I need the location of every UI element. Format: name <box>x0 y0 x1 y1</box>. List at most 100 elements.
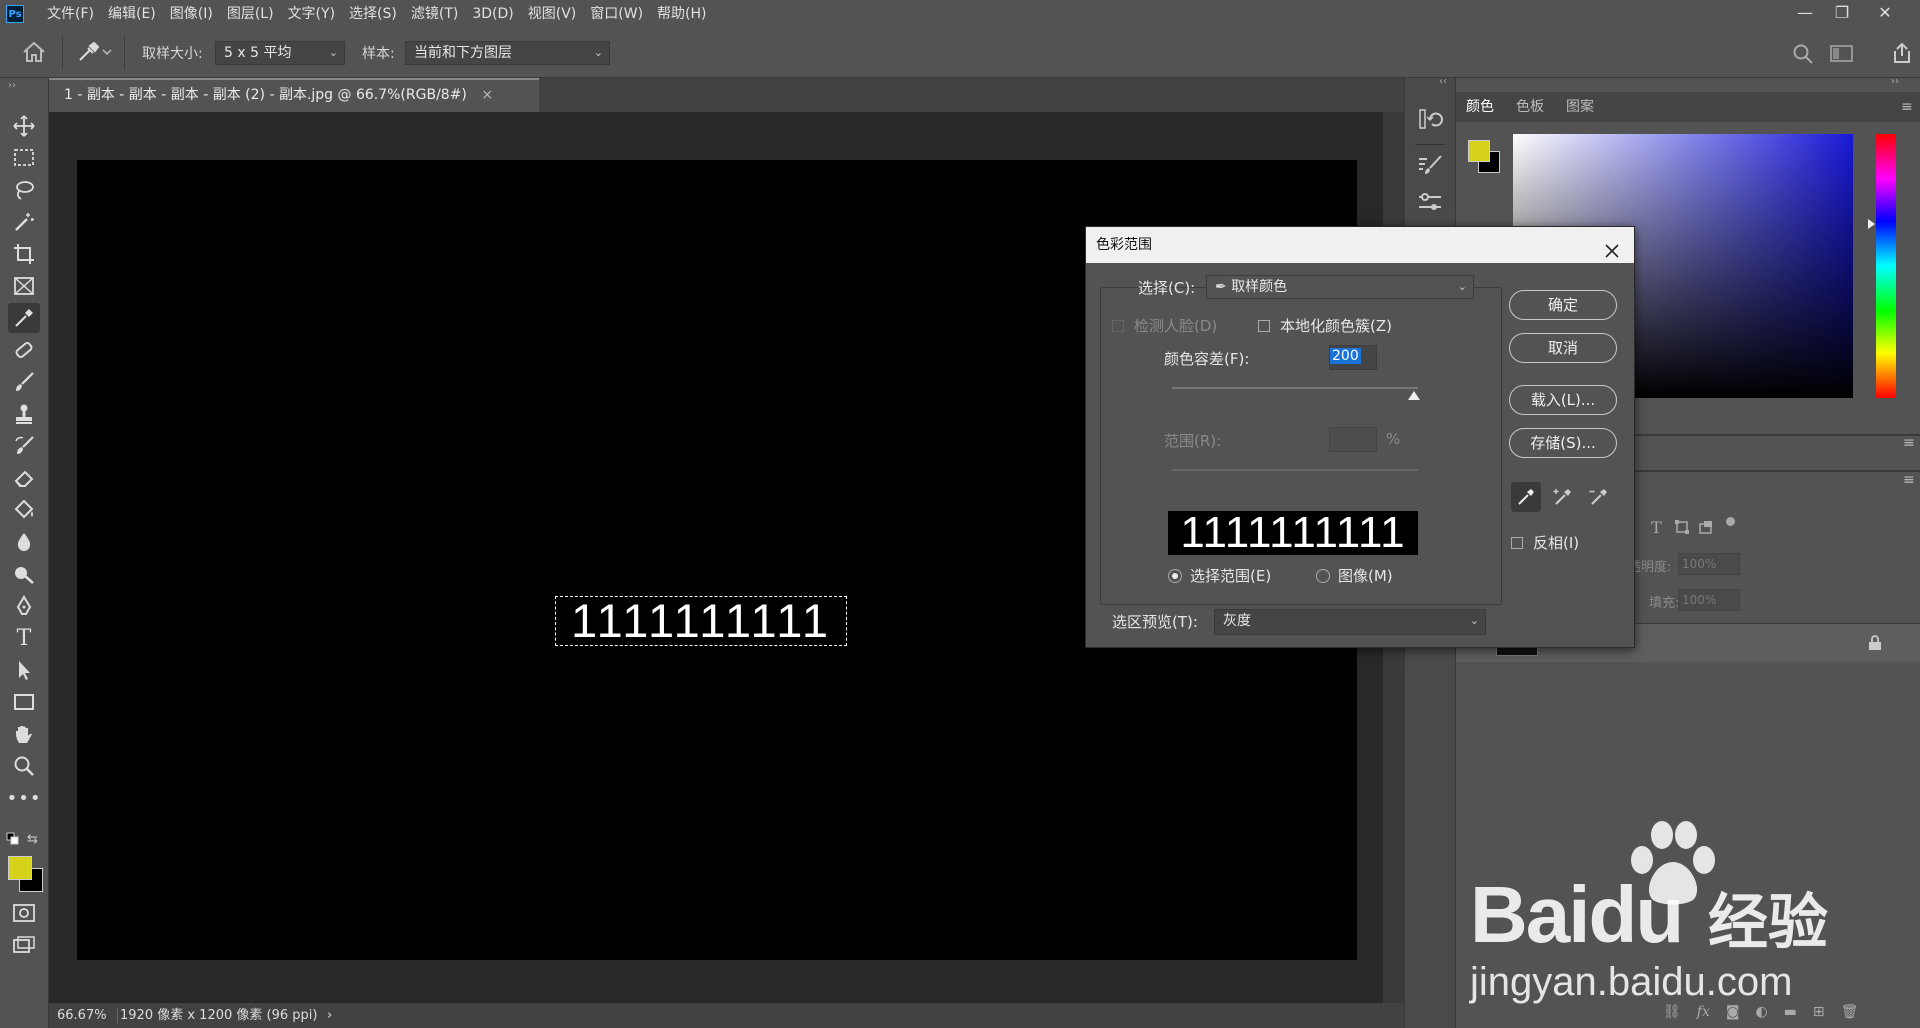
menu-help[interactable]: 帮助(H) <box>650 0 713 28</box>
chevron-down-icon: ⌄ <box>1457 280 1467 293</box>
localized-clusters-label: 本地化颜色簇(Z) <box>1280 317 1392 335</box>
quick-mask-icon[interactable] <box>8 898 40 928</box>
cancel-button[interactable]: 取消 <box>1509 333 1617 363</box>
tab-patterns[interactable]: 图案 <box>1566 92 1594 122</box>
menu-view[interactable]: 视图(V) <box>521 0 584 28</box>
brush-settings-icon[interactable] <box>1417 154 1443 182</box>
selection-preview-dropdown[interactable]: 灰度 ⌄ <box>1214 609 1486 635</box>
rectangle-tool-icon[interactable] <box>8 687 40 717</box>
panel-menu-icon[interactable]: ≡ <box>1901 92 1913 122</box>
fill-input[interactable]: 100% <box>1678 589 1740 611</box>
menu-type[interactable]: 文字(Y) <box>281 0 342 28</box>
history-panel-icon[interactable] <box>1417 106 1443 136</box>
foreground-color-swatch[interactable] <box>8 856 32 880</box>
collapse-chevrons-icon[interactable]: ‹‹ <box>1439 76 1447 87</box>
paint-bucket-icon[interactable] <box>8 495 40 525</box>
fuzziness-input[interactable]: 200 <box>1329 345 1377 370</box>
sample-size-select[interactable]: 5 x 5 平均 ⌄ <box>215 41 345 65</box>
close-window-button[interactable]: ✕ <box>1865 0 1905 28</box>
fuzziness-slider-track[interactable] <box>1172 387 1418 389</box>
hue-slider-handle[interactable] <box>1868 219 1875 229</box>
menu-select[interactable]: 选择(S) <box>342 0 404 28</box>
menu-3d[interactable]: 3D(D) <box>465 0 520 28</box>
healing-brush-icon[interactable] <box>8 335 40 365</box>
range-slider-track[interactable] <box>1172 469 1418 471</box>
restore-button[interactable]: ❐ <box>1822 0 1862 28</box>
close-icon[interactable] <box>1604 237 1620 273</box>
screen-mode-icon[interactable] <box>8 930 40 960</box>
panel-menu-icon[interactable]: ≡ <box>1903 472 1915 488</box>
swap-colors-icon[interactable]: ⇆ <box>27 832 38 847</box>
brush-tool-icon[interactable] <box>8 367 40 397</box>
localized-clusters-checkbox[interactable] <box>1258 320 1270 332</box>
eyedropper-add-icon[interactable] <box>1548 482 1578 512</box>
menu-edit[interactable]: 编辑(E) <box>101 0 163 28</box>
opacity-input[interactable]: 100% <box>1678 553 1740 575</box>
filter-type-icon[interactable]: T <box>1651 518 1662 537</box>
move-tool-icon[interactable] <box>8 111 40 141</box>
menu-image[interactable]: 图像(I) <box>163 0 220 28</box>
foreground-color-swatch[interactable] <box>1468 140 1490 162</box>
lasso-tool-icon[interactable] <box>8 175 40 205</box>
image-radio-label: 图像(M) <box>1338 567 1393 585</box>
adjustments-icon[interactable] <box>1417 190 1443 218</box>
zoom-level[interactable]: 66.67% <box>57 1003 107 1028</box>
menu-filter[interactable]: 滤镜(T) <box>404 0 465 28</box>
magic-wand-tool-icon[interactable] <box>8 207 40 237</box>
history-brush-icon[interactable] <box>8 431 40 461</box>
image-radio[interactable] <box>1316 569 1330 583</box>
eyedropper-sample-icon[interactable] <box>1511 482 1541 512</box>
selection-radio[interactable] <box>1168 569 1182 583</box>
sample-label: 样本: <box>362 46 395 62</box>
default-colors-icon[interactable] <box>6 832 20 850</box>
save-button[interactable]: 存储(S)... <box>1509 428 1617 458</box>
eraser-tool-icon[interactable] <box>8 463 40 493</box>
eyedropper-subtract-icon[interactable] <box>1584 482 1614 512</box>
type-tool-icon[interactable]: T <box>8 623 40 653</box>
select-dropdown[interactable]: ✒ 取样颜色 ⌄ <box>1206 275 1474 299</box>
crop-tool-icon[interactable] <box>8 239 40 269</box>
pen-tool-icon[interactable] <box>8 591 40 621</box>
eyedropper-icon: ✒ <box>1215 279 1227 295</box>
search-icon[interactable] <box>1792 43 1814 69</box>
marquee-tool-icon[interactable] <box>8 143 40 173</box>
tab-color[interactable]: 颜色 <box>1466 92 1494 122</box>
menu-window[interactable]: 窗口(W) <box>583 0 650 28</box>
filter-toggle-icon[interactable] <box>1726 517 1735 526</box>
sample-select[interactable]: 当前和下方图层 ⌄ <box>405 41 610 65</box>
hand-tool-icon[interactable] <box>8 719 40 749</box>
blur-tool-icon[interactable] <box>8 527 40 557</box>
eyedropper-tool-preset-icon[interactable] <box>76 41 112 67</box>
invert-checkbox[interactable] <box>1511 537 1523 549</box>
panel-menu-icon[interactable]: ≡ <box>1903 435 1915 451</box>
frame-tool-icon[interactable] <box>8 271 40 301</box>
collapse-chevrons-icon[interactable]: ›› <box>8 80 16 91</box>
menu-layer[interactable]: 图层(L) <box>220 0 281 28</box>
ok-button[interactable]: 确定 <box>1509 290 1617 320</box>
status-menu-arrow[interactable]: › <box>327 1003 332 1028</box>
selection-preview[interactable]: 1111111111 <box>1168 511 1418 555</box>
menu-file[interactable]: 文件(F) <box>40 0 101 28</box>
minimize-button[interactable]: — <box>1785 0 1825 28</box>
collapse-chevrons-icon[interactable]: ›› <box>1891 76 1899 87</box>
home-icon[interactable] <box>22 41 46 67</box>
eyedropper-tool-icon[interactable] <box>8 303 40 333</box>
filter-smart-object-icon[interactable] <box>1698 519 1714 539</box>
document-tab[interactable]: 1 - 副本 - 副本 - 副本 - 副本 (2) - 副本.jpg @ 66.… <box>49 78 539 112</box>
path-selection-icon[interactable] <box>8 655 40 685</box>
tab-swatches[interactable]: 色板 <box>1516 92 1544 122</box>
share-icon[interactable] <box>1892 42 1912 68</box>
more-tools-icon[interactable]: ••• <box>7 783 41 813</box>
clone-stamp-icon[interactable] <box>8 399 40 429</box>
hue-slider[interactable] <box>1876 134 1896 398</box>
dodge-tool-icon[interactable] <box>8 559 40 589</box>
selection-radio-label: 选择范围(E) <box>1190 567 1272 585</box>
zoom-tool-icon[interactable] <box>8 751 40 781</box>
load-button[interactable]: 载入(L)... <box>1509 385 1617 415</box>
close-tab-button[interactable]: × <box>481 87 493 103</box>
workspace-icon[interactable] <box>1830 45 1854 67</box>
filter-shape-icon[interactable] <box>1674 519 1690 539</box>
detect-faces-checkbox[interactable] <box>1112 320 1124 332</box>
fuzziness-slider-handle[interactable] <box>1408 391 1420 400</box>
range-input[interactable] <box>1329 427 1377 452</box>
